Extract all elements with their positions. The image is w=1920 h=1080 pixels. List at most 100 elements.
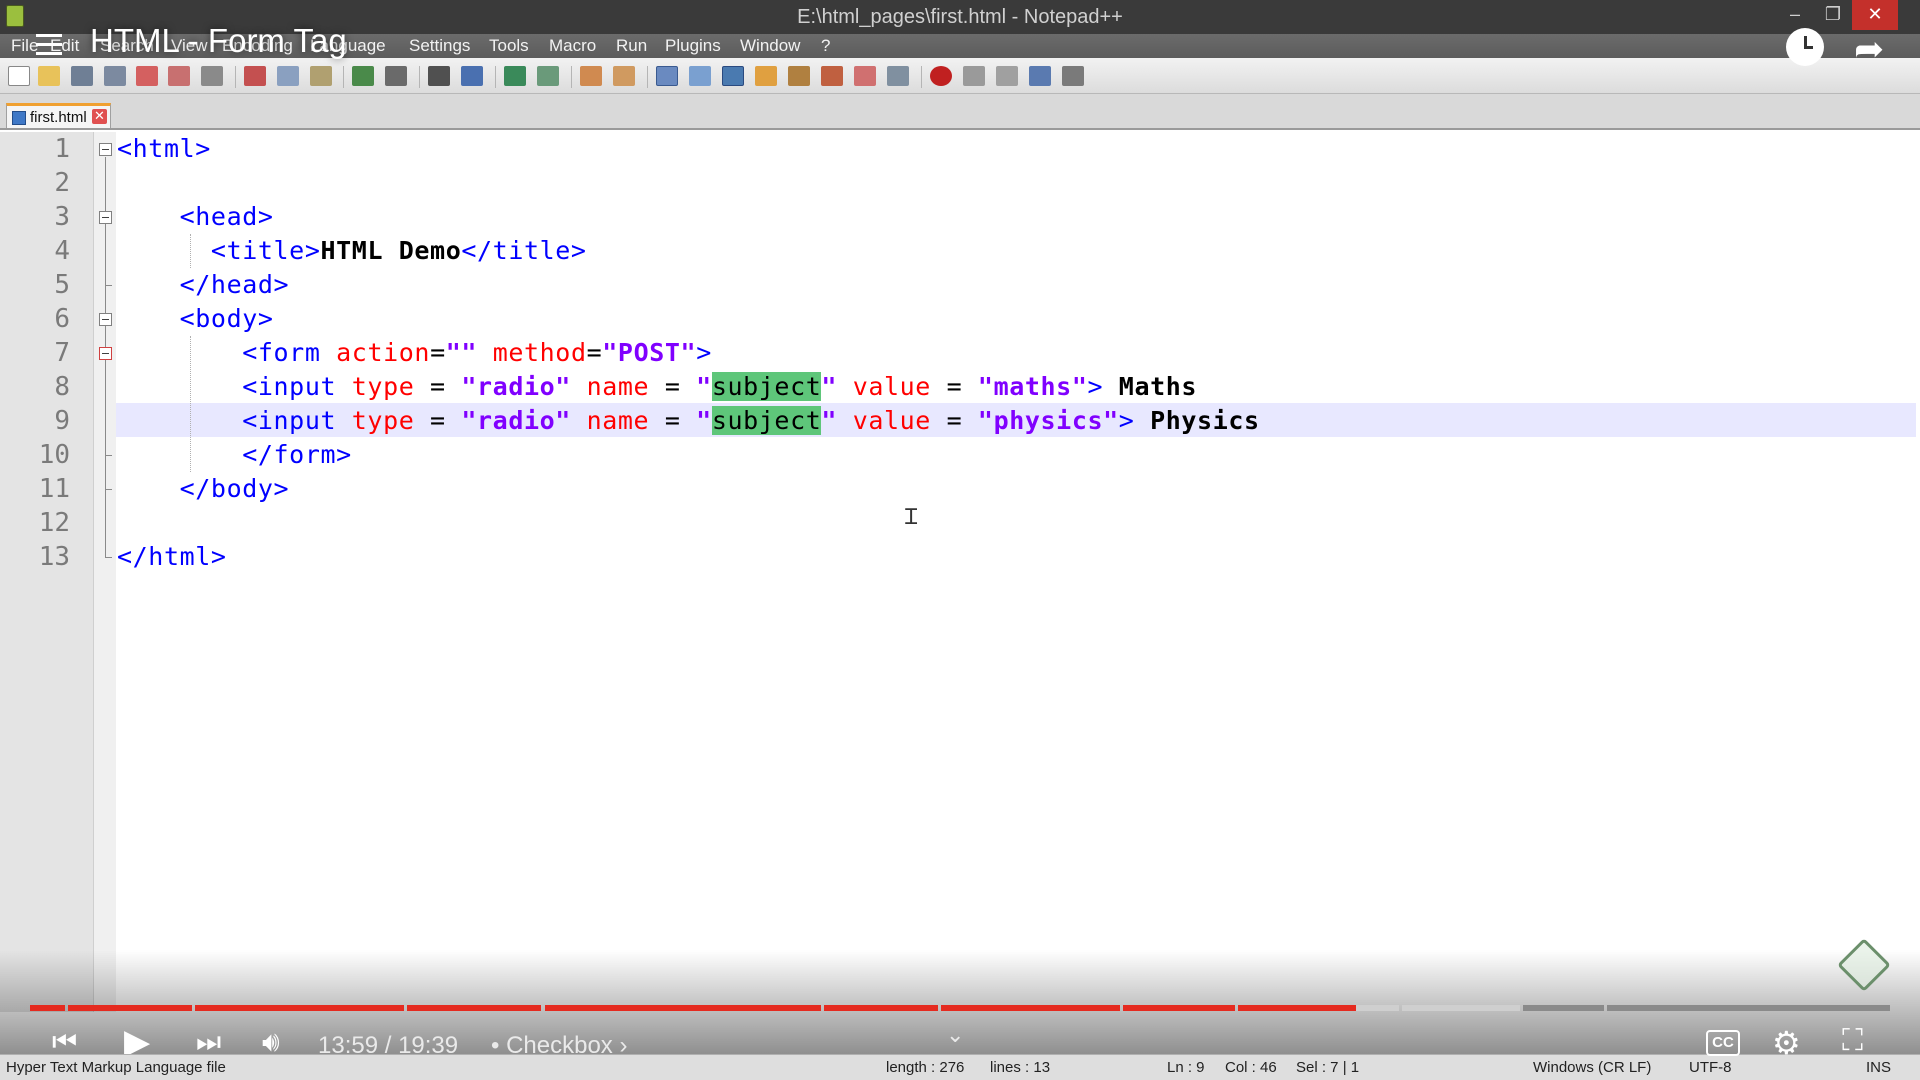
- print-icon[interactable]: [201, 66, 223, 86]
- menu-run[interactable]: Run: [616, 36, 647, 56]
- undo-icon[interactable]: [352, 66, 374, 86]
- code-line[interactable]: <head>: [117, 200, 274, 234]
- toolbar-separator: [343, 66, 344, 88]
- open-file-icon[interactable]: [38, 66, 60, 86]
- chevron-down-icon[interactable]: ⌄: [946, 1022, 964, 1048]
- folder-workspace-icon[interactable]: [854, 66, 876, 86]
- code-line[interactable]: <title>HTML Demo</title>: [117, 234, 587, 268]
- user-language-icon[interactable]: [755, 66, 777, 86]
- code-line[interactable]: </html>: [117, 540, 227, 574]
- paste-icon[interactable]: [310, 66, 332, 86]
- copy-icon[interactable]: [277, 66, 299, 86]
- progress-chapter-segment[interactable]: [1522, 1005, 1604, 1011]
- find-icon[interactable]: [428, 66, 450, 86]
- code-token: value: [852, 406, 931, 435]
- hamburger-menu-icon[interactable]: [36, 34, 62, 56]
- code-editor[interactable]: 1 2 3 4 5 6 7 8 9 10 11 12 13 <html> <he…: [0, 132, 1920, 1012]
- search-match-highlight: subject: [711, 372, 822, 401]
- redo-icon[interactable]: [385, 66, 407, 86]
- share-icon[interactable]: ➦: [1854, 28, 1884, 70]
- fold-toggle-icon[interactable]: [99, 211, 112, 224]
- toolbar-separator: [647, 66, 648, 88]
- progress-chapter-segment[interactable]: [68, 1005, 192, 1011]
- code-line[interactable]: <html>: [117, 132, 211, 166]
- zoom-out-icon[interactable]: [537, 66, 559, 86]
- menu-file[interactable]: File: [11, 36, 38, 56]
- tab-close-icon[interactable]: ✕: [92, 109, 107, 124]
- code-line[interactable]: <input type = "radio" name = "subject" v…: [117, 404, 1260, 438]
- fold-toggle-icon[interactable]: [99, 347, 112, 360]
- progress-chapter-segment[interactable]: [1122, 1005, 1236, 1011]
- save-all-icon[interactable]: [104, 66, 126, 86]
- sync-horizontal-icon[interactable]: [613, 66, 635, 86]
- line-number: 2: [54, 168, 70, 198]
- line-number: 13: [38, 542, 70, 572]
- watch-later-icon[interactable]: [1786, 28, 1824, 66]
- tab-first-html[interactable]: first.html ✕: [6, 103, 111, 128]
- sync-vertical-icon[interactable]: [580, 66, 602, 86]
- word-wrap-icon[interactable]: [656, 66, 678, 86]
- menu-plugins[interactable]: Plugins: [665, 36, 721, 56]
- playback-icon[interactable]: [996, 66, 1018, 86]
- progress-chapter-segment[interactable]: [1606, 1005, 1890, 1011]
- code-token: </form>: [242, 440, 352, 469]
- progress-bar[interactable]: [30, 1005, 1890, 1011]
- code-line[interactable]: <form action="" method="POST">: [117, 336, 712, 370]
- code-line[interactable]: </head>: [117, 268, 289, 302]
- toolbar-separator: [235, 66, 236, 88]
- maximize-button[interactable]: ❐: [1810, 0, 1856, 30]
- code-token: =: [930, 372, 978, 401]
- video-title[interactable]: HTML - Form Tag: [90, 22, 347, 60]
- code-line[interactable]: </form>: [117, 438, 352, 472]
- progress-chapter-segment[interactable]: [1238, 1005, 1399, 1011]
- menu-tools[interactable]: Tools: [489, 36, 529, 56]
- run-macro-multiple-icon[interactable]: [1029, 66, 1051, 86]
- close-all-icon[interactable]: [168, 66, 190, 86]
- menu-help[interactable]: ?: [821, 36, 830, 56]
- code-line[interactable]: <body>: [117, 302, 274, 336]
- exit-fullscreen-icon[interactable]: ⛶: [1842, 1024, 1863, 1058]
- show-all-characters-icon[interactable]: [689, 66, 711, 86]
- progress-chapter-segment[interactable]: [30, 1005, 66, 1011]
- fold-end-marker: [105, 557, 112, 558]
- menu-window[interactable]: Window: [740, 36, 800, 56]
- menu-macro[interactable]: Macro: [549, 36, 596, 56]
- save-icon[interactable]: [71, 66, 93, 86]
- function-list-icon[interactable]: [821, 66, 843, 86]
- status-file-type: Hyper Text Markup Language file: [6, 1059, 226, 1076]
- line-number: 5: [54, 270, 70, 300]
- new-file-icon[interactable]: [8, 66, 30, 86]
- stop-recording-icon[interactable]: [963, 66, 985, 86]
- zoom-in-icon[interactable]: [504, 66, 526, 86]
- progress-chapter-segment[interactable]: [940, 1005, 1120, 1011]
- fold-toggle-icon[interactable]: [99, 313, 112, 326]
- replace-icon[interactable]: [461, 66, 483, 86]
- status-length: length : 276: [886, 1059, 965, 1076]
- code-token: Maths: [1103, 372, 1198, 401]
- progress-chapter-segment[interactable]: [194, 1005, 404, 1011]
- document-map-icon[interactable]: [788, 66, 810, 86]
- toolbar-separator: [571, 66, 572, 88]
- indent-guide-icon[interactable]: [722, 66, 744, 86]
- progress-chapter-segment[interactable]: [406, 1005, 542, 1011]
- monitoring-icon[interactable]: [887, 66, 909, 86]
- record-macro-icon[interactable]: [930, 66, 952, 86]
- fold-toggle-icon[interactable]: [99, 143, 112, 156]
- toolbar-separator: [419, 66, 420, 88]
- progress-chapter-segment[interactable]: [544, 1005, 821, 1011]
- progress-chapter-segment[interactable]: [1401, 1005, 1520, 1011]
- settings-gear-icon[interactable]: ⚙: [1772, 1024, 1801, 1062]
- progress-chapter-segment[interactable]: [823, 1005, 938, 1011]
- code-line[interactable]: <input type = "radio" name = "subject" v…: [117, 370, 1197, 404]
- close-button[interactable]: ✕: [1852, 0, 1898, 30]
- cut-icon[interactable]: [244, 66, 266, 86]
- menu-settings[interactable]: Settings: [409, 36, 470, 56]
- save-macro-icon[interactable]: [1062, 66, 1084, 86]
- captions-icon[interactable]: CC: [1706, 1030, 1740, 1056]
- close-file-icon[interactable]: [136, 66, 158, 86]
- code-line[interactable]: </body>: [117, 472, 289, 506]
- line-number: 12: [38, 508, 70, 538]
